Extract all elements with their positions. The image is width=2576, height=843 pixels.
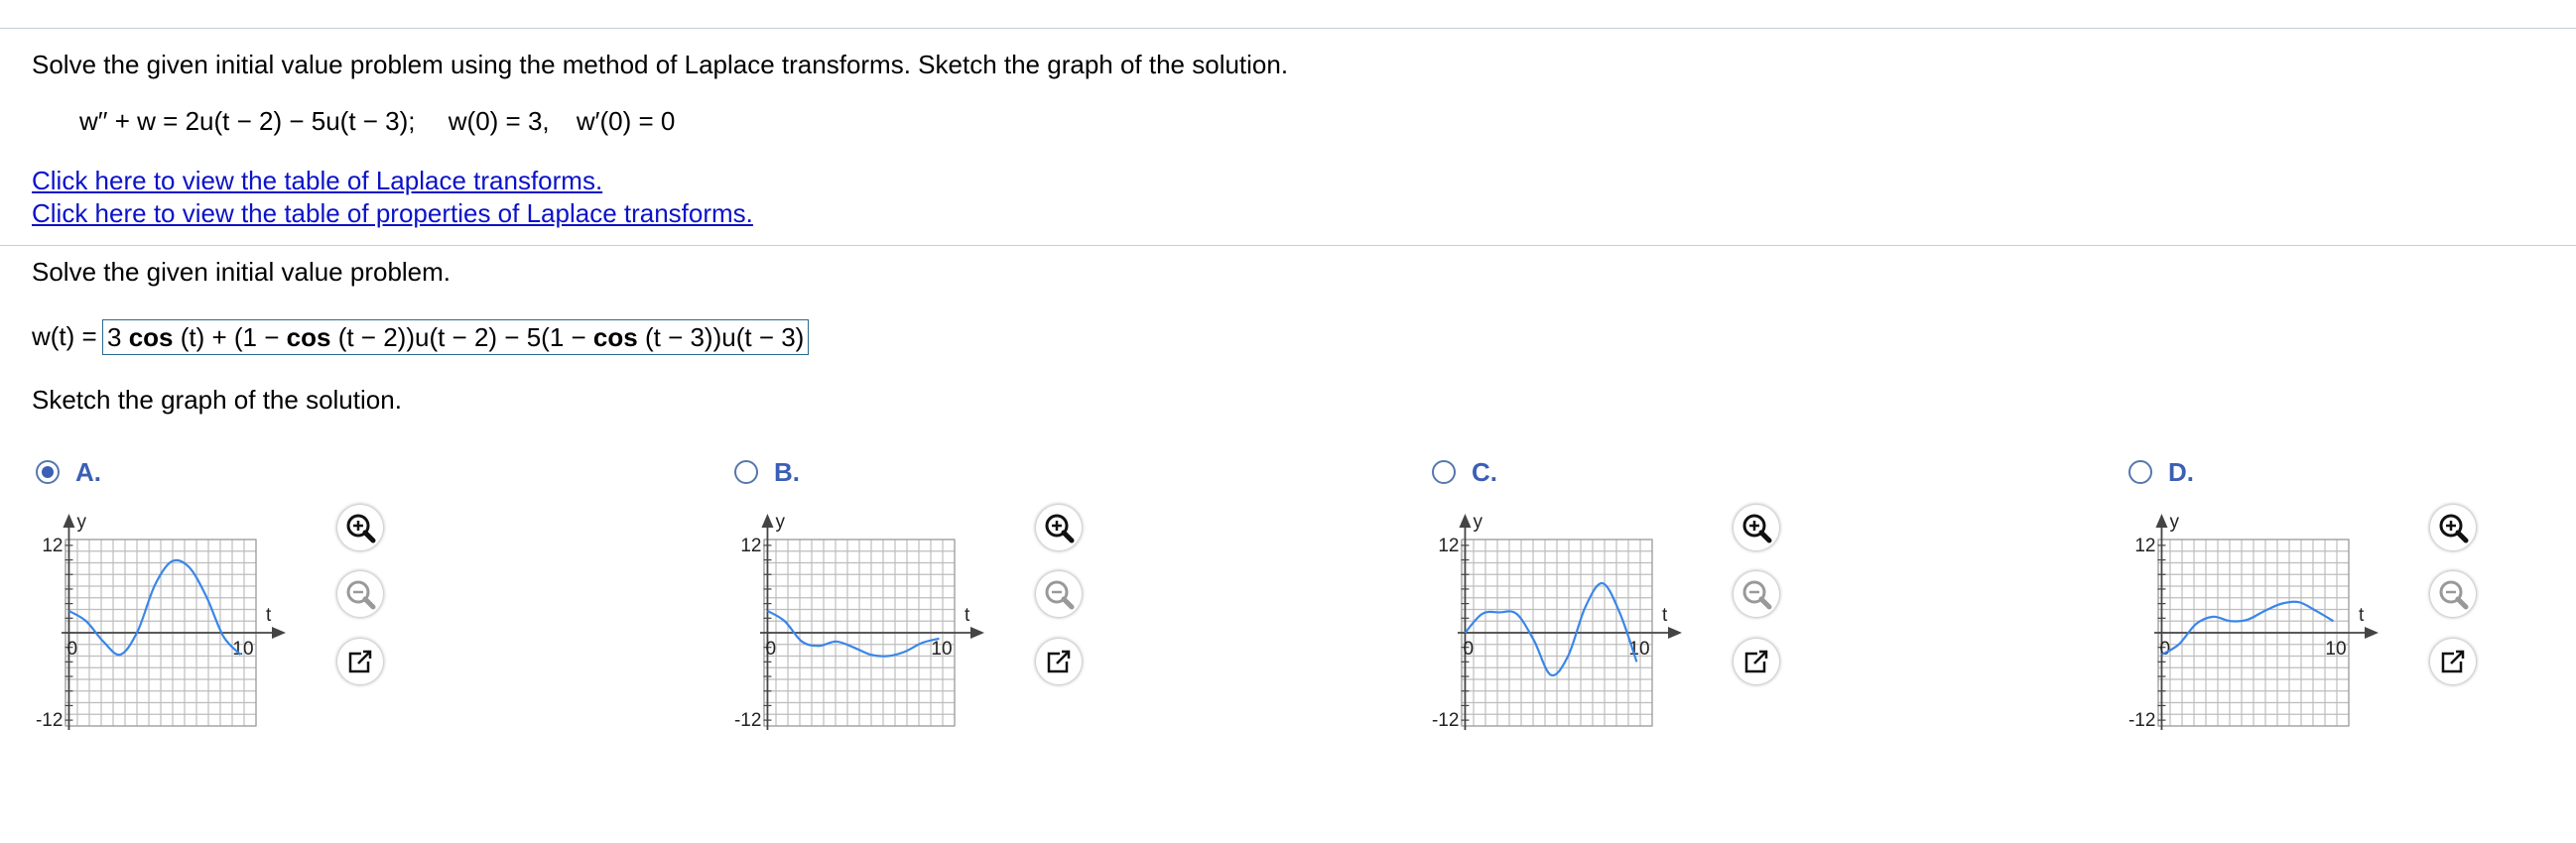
y-axis-label: y xyxy=(2169,512,2179,533)
y-min-label: -12 xyxy=(2128,710,2155,731)
problem-instruction: Solve the given initial value problem us… xyxy=(32,50,1289,79)
answer-part-3: (t − 2))u(t − 2) − 5(1 − xyxy=(330,322,593,352)
option-letter: C. xyxy=(1472,457,1497,487)
zoom-out-icon xyxy=(1742,580,1772,610)
x-zero-label: 0 xyxy=(2159,639,2170,660)
x-axis-arrow xyxy=(970,627,984,639)
popout-icon xyxy=(1047,650,1072,673)
zoom-in-icon xyxy=(2439,514,2469,543)
zoom-in-button[interactable] xyxy=(1734,505,1779,550)
y-max-label: 12 xyxy=(740,536,761,556)
y-axis-label: y xyxy=(76,512,86,533)
option-letter: A. xyxy=(75,457,101,487)
y-max-label: 12 xyxy=(42,536,63,556)
zoom-in-button[interactable] xyxy=(1036,505,1082,550)
laplace-properties-link[interactable]: Click here to view the table of properti… xyxy=(32,197,753,229)
option-letter: B. xyxy=(774,457,800,487)
answer-cos-2: cos xyxy=(286,322,331,352)
answer-part-2: (t) + (1 − xyxy=(173,322,287,352)
zoom-in-icon xyxy=(346,514,376,543)
answer-part-4: (t − 3))u(t − 3) xyxy=(637,322,805,352)
zoom-out-icon xyxy=(2439,580,2469,610)
zoom-in-icon xyxy=(1045,514,1075,543)
top-divider xyxy=(0,28,2576,29)
option-radio[interactable] xyxy=(2128,460,2152,484)
x-axis-label: t xyxy=(965,605,970,626)
part2-prompt: Sketch the graph of the solution. xyxy=(32,385,402,415)
zoom-out-button[interactable] xyxy=(1734,571,1779,617)
section-divider xyxy=(0,245,2576,246)
x-axis-arrow xyxy=(2365,627,2379,639)
x-axis-label: t xyxy=(1662,605,1668,626)
option-graph: y 12 -12 t 0 10 xyxy=(2128,512,2379,731)
differential-equation: w′′ + w = 2u(t − 2) − 5u(t − 3); xyxy=(79,106,416,136)
option-graph: y12-12t0 10 xyxy=(1432,512,1682,731)
y-axis-arrow xyxy=(63,514,75,528)
x-axis-arrow xyxy=(272,627,286,639)
option-letter: D. xyxy=(2168,457,2194,487)
option-radio[interactable] xyxy=(734,460,758,484)
x-max-label: 10 xyxy=(931,639,952,660)
x-zero-label: 0 xyxy=(1463,639,1474,660)
option-radio[interactable] xyxy=(1432,460,1456,484)
zoom-in-icon xyxy=(1742,514,1772,543)
x-axis-label: t xyxy=(266,605,272,626)
zoom-out-button[interactable] xyxy=(337,571,383,617)
y-min-label: -12 xyxy=(36,710,63,731)
answer-cos-3: cos xyxy=(592,322,638,352)
answer-prefix: w(t) = xyxy=(32,321,97,351)
x-max-label: 10 xyxy=(2325,639,2346,660)
x-zero-label: 0 xyxy=(66,639,77,660)
problem-equation: w′′ + w = 2u(t − 2) − 5u(t − 3); w(0) = … xyxy=(79,105,675,137)
y-max-label: 12 xyxy=(1438,536,1459,556)
option-graph: y 12 -12 t 0 10 xyxy=(734,512,984,731)
open-graph-button[interactable] xyxy=(1036,639,1082,684)
solution-curve xyxy=(1464,581,1638,677)
option-radio[interactable] xyxy=(36,460,60,484)
option-graph: y12-12t0 10 xyxy=(36,512,286,731)
x-axis-label: t xyxy=(2359,605,2365,626)
y-axis-label: y xyxy=(1473,512,1482,533)
y-axis-arrow xyxy=(1459,514,1472,528)
zoom-out-button[interactable] xyxy=(1036,571,1082,617)
zoom-out-button[interactable] xyxy=(2430,571,2476,617)
x-zero-label: 0 xyxy=(765,639,776,660)
laplace-table-link[interactable]: Click here to view the table of Laplace … xyxy=(32,165,602,196)
popout-icon xyxy=(348,650,373,673)
answer-cos-1: cos xyxy=(128,322,174,352)
zoom-out-icon xyxy=(346,580,376,610)
y-min-label: -12 xyxy=(734,710,761,731)
answer-field[interactable]: 3 cos (t) + (1 − cos (t − 2))u(t − 2) − … xyxy=(102,319,810,355)
initial-condition-1: w(0) = 3, xyxy=(448,106,550,136)
open-graph-button[interactable] xyxy=(1734,639,1779,684)
y-axis-label: y xyxy=(775,512,785,533)
zoom-in-button[interactable] xyxy=(337,505,383,550)
popout-icon xyxy=(1744,650,1769,673)
open-graph-button[interactable] xyxy=(2430,639,2476,684)
y-axis-arrow xyxy=(2155,514,2168,528)
y-axis-arrow xyxy=(761,514,774,528)
x-axis-arrow xyxy=(1668,627,1682,639)
zoom-in-button[interactable] xyxy=(2430,505,2476,550)
zoom-out-icon xyxy=(1045,580,1075,610)
initial-condition-2: w′(0) = 0 xyxy=(576,106,676,136)
open-graph-button[interactable] xyxy=(337,639,383,684)
popout-icon xyxy=(2441,650,2466,673)
answer-part-1: 3 xyxy=(107,322,129,352)
y-max-label: 12 xyxy=(2134,536,2155,556)
y-min-label: -12 xyxy=(1432,710,1459,731)
part1-prompt: Solve the given initial value problem. xyxy=(32,257,451,287)
